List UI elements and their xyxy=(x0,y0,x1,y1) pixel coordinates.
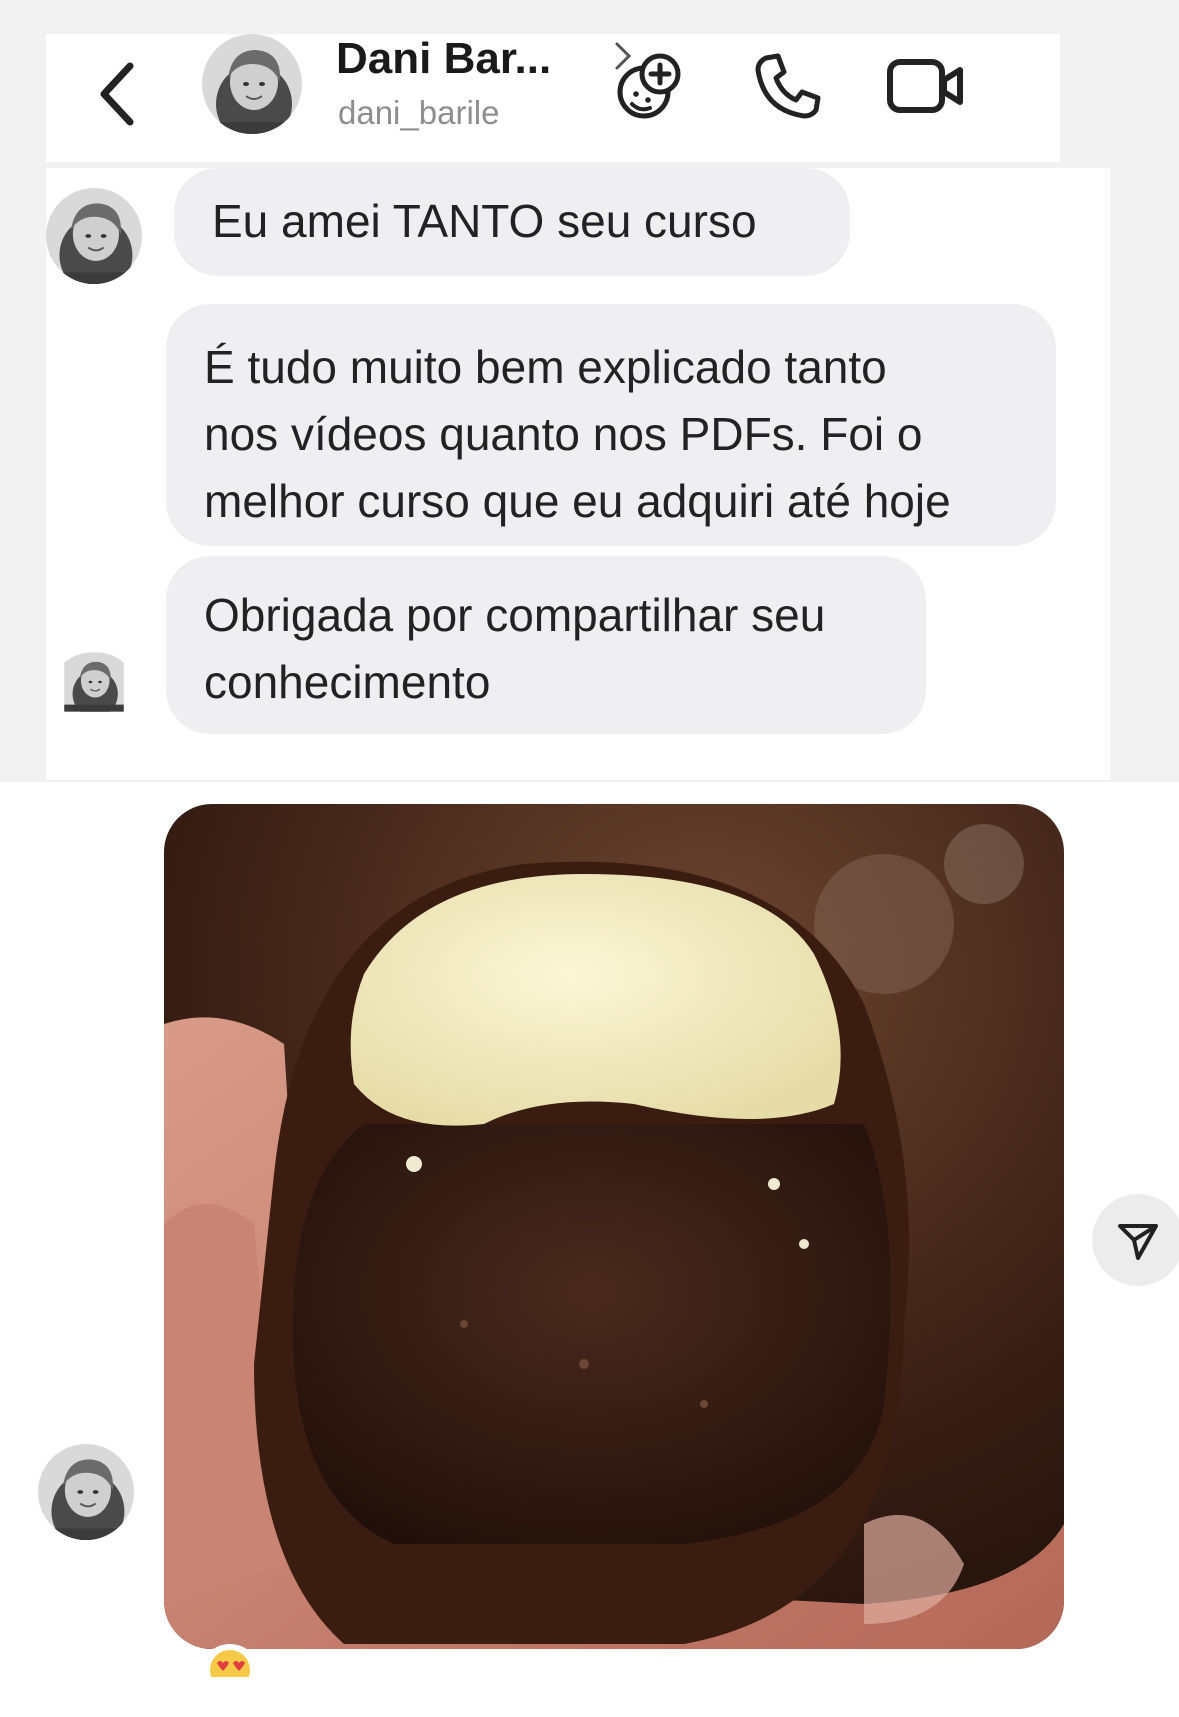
message-text: Obrigada por compartilhar seu conhecimen… xyxy=(204,589,826,708)
phone-icon xyxy=(755,53,821,119)
contact-avatar[interactable] xyxy=(202,34,302,134)
message-bubble[interactable]: Obrigada por compartilhar seu conhecimen… xyxy=(166,556,926,734)
message-thread: Eu amei TANTO seu curso É tudo muito bem… xyxy=(46,168,1110,780)
chevron-left-icon xyxy=(100,62,134,126)
back-button[interactable] xyxy=(90,46,150,146)
bottom-margin xyxy=(0,1677,1179,1717)
share-button[interactable] xyxy=(1092,1194,1179,1286)
sender-avatar[interactable] xyxy=(38,1444,134,1540)
face-plus-icon xyxy=(617,53,681,119)
chocolate-bonbon-photo xyxy=(164,804,1064,1649)
video-camera-icon xyxy=(887,59,963,113)
message-text: É tudo muito bem explicado tanto nos víd… xyxy=(204,341,951,527)
message-reaction[interactable] xyxy=(200,1644,260,1690)
sender-avatar[interactable] xyxy=(46,188,142,284)
photo-message-area xyxy=(0,782,1179,1690)
effects-button[interactable] xyxy=(606,44,690,128)
contact-name[interactable]: Dani Bar... xyxy=(336,34,551,84)
message-bubble[interactable]: É tudo muito bem explicado tanto nos víd… xyxy=(166,304,1056,546)
sender-avatar[interactable] xyxy=(46,652,142,712)
message-bubble[interactable]: Eu amei TANTO seu curso xyxy=(174,168,850,276)
shared-photo[interactable] xyxy=(164,804,1064,1649)
message-text: Eu amei TANTO seu curso xyxy=(212,195,757,247)
contact-username: dani_barile xyxy=(338,94,500,131)
send-icon xyxy=(1118,1224,1158,1260)
chat-header: Dani Bar... dani_barile xyxy=(46,34,1060,162)
call-button[interactable] xyxy=(746,44,830,128)
video-call-button[interactable] xyxy=(884,44,968,128)
